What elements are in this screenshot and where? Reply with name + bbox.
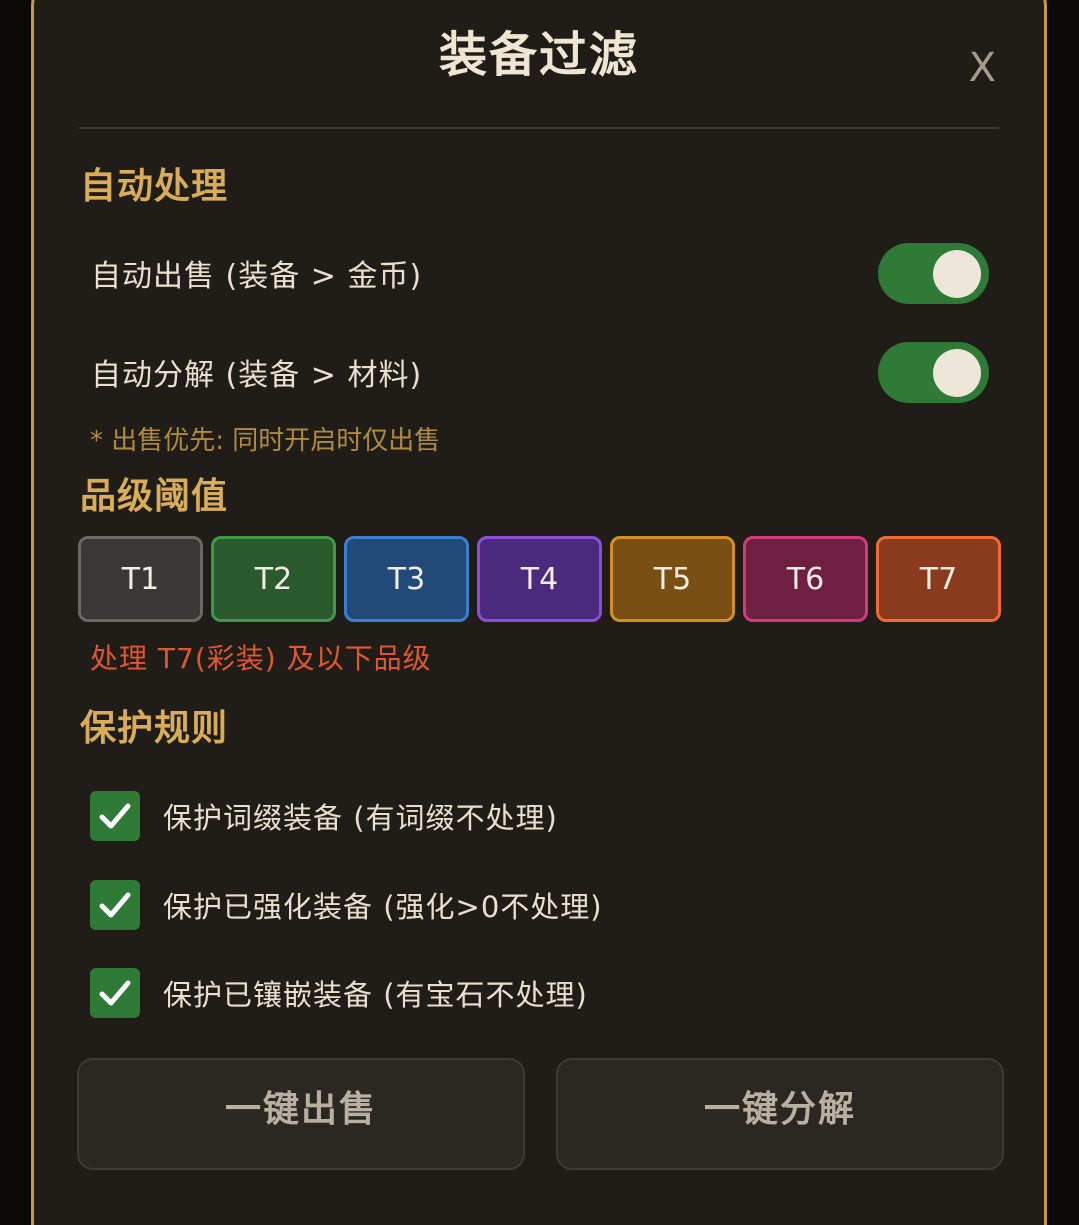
salvage-all-button[interactable]: 一键分解 [556,1058,1004,1170]
protect-socketed-label: 保护已镶嵌装备 (有宝石不处理) [163,978,588,1012]
protect-affix-checkbox[interactable] [90,791,140,841]
tier-button-t5[interactable]: T5 [610,536,735,622]
protect-enhanced-label: 保护已强化装备 (强化>0不处理) [163,890,603,924]
toggle-knob [933,249,981,298]
close-button[interactable]: X [969,45,996,91]
auto-sell-row: 自动出售 (装备 > 金币) [91,242,989,304]
checkmark-icon [99,980,131,1006]
protect-affix-row: 保护词缀装备 (有词缀不处理) [90,791,558,841]
auto-sell-label: 自动出售 (装备 > 金币) [91,259,423,294]
sell-priority-note: * 出售优先: 同时开启时仅出售 [90,426,441,456]
checkmark-icon [99,892,131,918]
screen: 装备过滤 X 自动处理 自动出售 (装备 > 金币) 自动分解 (装备 > 材料… [0,0,1079,1225]
tier-button-t2[interactable]: T2 [211,536,336,622]
auto-salvage-toggle[interactable] [878,341,989,403]
tier-button-t1[interactable]: T1 [78,536,203,622]
protect-socketed-row: 保护已镶嵌装备 (有宝石不处理) [90,968,588,1018]
tier-button-t3[interactable]: T3 [344,536,469,622]
section-title-auto-process: 自动处理 [80,166,229,207]
section-title-quality-threshold: 品级阈值 [80,476,229,517]
tier-button-t7[interactable]: T7 [876,536,1001,622]
checkmark-icon [99,803,131,829]
protect-enhanced-checkbox[interactable] [90,880,140,930]
title-divider [79,127,999,129]
tier-button-t6[interactable]: T6 [743,536,868,622]
protect-socketed-checkbox[interactable] [90,968,140,1018]
protect-enhanced-row: 保护已强化装备 (强化>0不处理) [90,880,603,930]
sell-all-button[interactable]: 一键出售 [77,1058,525,1170]
dialog-title: 装备过滤 [438,27,639,83]
protect-affix-label: 保护词缀装备 (有词缀不处理) [163,801,558,835]
tier-description: 处理 T7(彩装) 及以下品级 [90,642,432,675]
tier-button-t4[interactable]: T4 [477,536,602,622]
equipment-filter-dialog: 装备过滤 X 自动处理 自动出售 (装备 > 金币) 自动分解 (装备 > 材料… [31,0,1047,1225]
auto-salvage-row: 自动分解 (装备 > 材料) [91,341,989,403]
tier-selector: T1 T2 T3 T4 T5 T6 T7 [78,536,1001,622]
section-title-protection: 保护规则 [80,708,229,749]
toggle-knob [933,348,981,397]
auto-salvage-label: 自动分解 (装备 > 材料) [91,358,423,393]
auto-sell-toggle[interactable] [878,242,989,304]
